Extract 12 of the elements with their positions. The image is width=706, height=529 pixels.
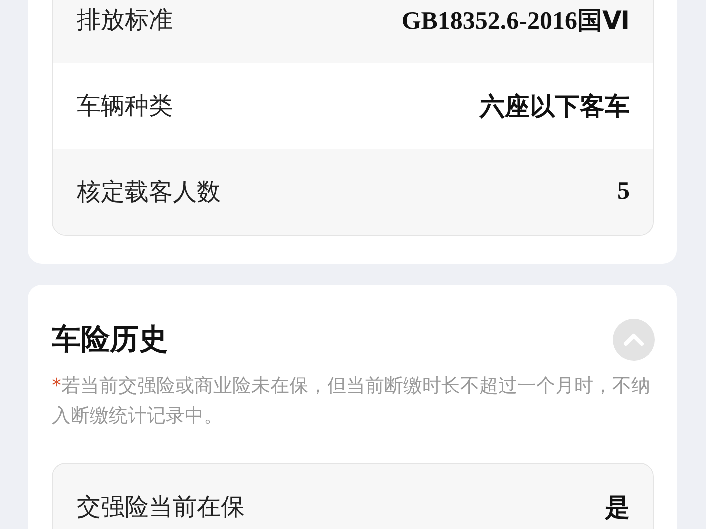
row-value: 是 xyxy=(605,494,630,524)
row-label: 车辆种类 xyxy=(77,91,173,122)
row-label: 核定载客人数 xyxy=(77,177,221,208)
row-value: 六座以下客车 xyxy=(480,92,630,122)
note-text: *若当前交强险或商业险未在保，但当前断缴时长不超过一个月时，不纳入断缴统计记录中。 xyxy=(52,374,652,429)
row-value: 5 xyxy=(618,178,630,206)
row-label: 交强险当前在保 xyxy=(77,492,245,523)
chevron-icon xyxy=(623,333,645,347)
section-title: 车险历史 xyxy=(52,321,168,358)
row-label: 排放标准 xyxy=(77,5,173,36)
collapse-button[interactable] xyxy=(613,319,655,361)
row-value: GB18352.6-2016国Ⅵ xyxy=(402,6,630,36)
